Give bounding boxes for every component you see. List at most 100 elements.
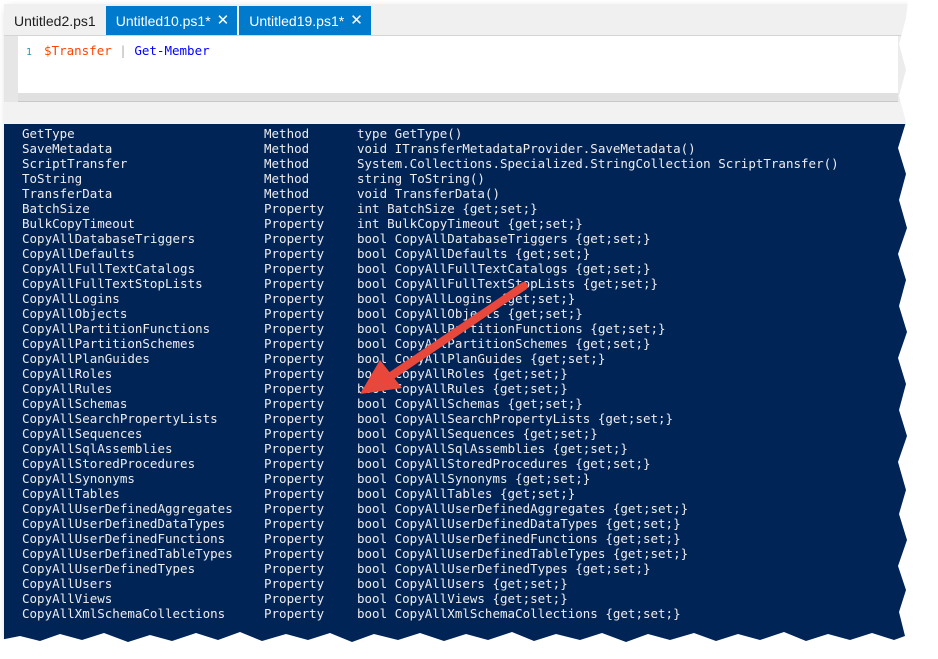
member-row: CopyAllSynonyms Property bool CopyAllSynon… bbox=[22, 471, 902, 486]
member-definition: bool CopyAllPartitionSchemes {get;set;} bbox=[357, 336, 651, 351]
pane-splitter[interactable] bbox=[4, 102, 908, 124]
member-definition: type GetType() bbox=[357, 126, 463, 141]
member-type: Property bbox=[264, 306, 325, 321]
member-definition: bool CopyAllViews {get;set;} bbox=[357, 591, 568, 606]
member-definition: bool CopyAllUserDefinedAggregates {get;s… bbox=[357, 501, 689, 516]
member-definition: bool CopyAllPartitionFunctions {get;set;… bbox=[357, 321, 666, 336]
editor-gutter bbox=[4, 36, 18, 102]
member-name: CopyAllLogins bbox=[22, 291, 120, 306]
member-type: Property bbox=[264, 516, 325, 531]
member-row: CopyAllSearchPropertyLists Property bool C… bbox=[22, 411, 902, 426]
member-row: CopyAllObjects Property bool CopyAllObject… bbox=[22, 306, 902, 321]
member-type: Property bbox=[264, 456, 325, 471]
member-type: Property bbox=[264, 291, 325, 306]
member-row: CopyAllPartitionSchemes Property bool Copy… bbox=[22, 336, 902, 351]
member-definition: bool CopyAllSchemas {get;set;} bbox=[357, 396, 583, 411]
member-name: CopyAllSchemas bbox=[22, 396, 128, 411]
member-type: Property bbox=[264, 546, 325, 561]
member-definition: bool CopyAllFullTextStopLists {get;set;} bbox=[357, 276, 659, 291]
member-type: Property bbox=[264, 531, 325, 546]
member-definition: bool CopyAllPlanGuides {get;set;} bbox=[357, 351, 606, 366]
member-row: CopyAllFullTextCatalogs Property bool Copy… bbox=[22, 261, 902, 276]
member-type: Property bbox=[264, 576, 325, 591]
member-name: CopyAllObjects bbox=[22, 306, 128, 321]
member-definition: System.Collections.Specialized.StringCol… bbox=[357, 156, 839, 171]
member-definition: bool CopyAllUserDefinedTableTypes {get;s… bbox=[357, 546, 689, 561]
member-definition: void ITransferMetadataProvider.SaveMetad… bbox=[357, 141, 696, 156]
member-type: Property bbox=[264, 261, 325, 276]
member-definition: bool CopyAllSynonyms {get;set;} bbox=[357, 471, 591, 486]
member-definition: int BulkCopyTimeout {get;set;} bbox=[357, 216, 583, 231]
script-line[interactable]: 1 $Transfer | Get-Member bbox=[26, 43, 210, 58]
tab-label: Untitled10.ps1* bbox=[115, 12, 211, 29]
console-output-pane[interactable]: GetType Method type GetType() SaveMetadata M… bbox=[4, 124, 908, 644]
editor-horizontal-scrollbar[interactable] bbox=[18, 93, 898, 101]
member-type: Property bbox=[264, 426, 325, 441]
member-type: Method bbox=[264, 156, 310, 171]
member-definition: bool CopyAllStoredProcedures {get;set;} bbox=[357, 456, 651, 471]
member-type: Property bbox=[264, 351, 325, 366]
member-definition: bool CopyAllSequences {get;set;} bbox=[357, 426, 598, 441]
member-row: BulkCopyTimeout Property int BulkCopyTimeo… bbox=[22, 216, 902, 231]
member-definition: bool CopyAllTables {get;set;} bbox=[357, 486, 576, 501]
member-type: Property bbox=[264, 501, 325, 516]
member-type: Property bbox=[264, 366, 325, 381]
member-name: BulkCopyTimeout bbox=[22, 216, 135, 231]
member-type: Property bbox=[264, 201, 325, 216]
member-type: Property bbox=[264, 591, 325, 606]
tab-untitled10[interactable]: Untitled10.ps1* ✕ bbox=[105, 6, 238, 35]
member-type: Property bbox=[264, 441, 325, 456]
member-row: CopyAllRoles Property bool CopyAllRoles {g… bbox=[22, 366, 902, 381]
member-row: CopyAllUserDefinedTypes Property bool Copy… bbox=[22, 561, 902, 576]
member-name: SaveMetadata bbox=[22, 141, 113, 156]
member-type: Method bbox=[264, 141, 310, 156]
member-row: CopyAllUsers Property bool CopyAllUsers {g… bbox=[22, 576, 902, 591]
ise-window: Untitled2.ps1 Untitled10.ps1* ✕ Untitled… bbox=[4, 4, 908, 644]
token-command: Get-Member bbox=[134, 43, 210, 58]
member-type: Property bbox=[264, 216, 325, 231]
member-name: CopyAllPlanGuides bbox=[22, 351, 150, 366]
member-row: CopyAllUserDefinedFunctions Property bool … bbox=[22, 531, 902, 546]
close-icon[interactable]: ✕ bbox=[217, 13, 230, 28]
tab-untitled19[interactable]: Untitled19.ps1* ✕ bbox=[239, 6, 371, 35]
member-type: Property bbox=[264, 486, 325, 501]
script-editor[interactable]: 1 $Transfer | Get-Member bbox=[4, 36, 908, 102]
tab-label: Untitled19.ps1* bbox=[249, 12, 345, 29]
editor-vertical-scrollbar[interactable] bbox=[898, 36, 908, 102]
member-name: CopyAllFullTextStopLists bbox=[22, 276, 203, 291]
member-definition: bool CopyAllDefaults {get;set;} bbox=[357, 246, 591, 261]
member-name: CopyAllRoles bbox=[22, 366, 113, 381]
member-row: CopyAllPartitionFunctions Property bool Co… bbox=[22, 321, 902, 336]
member-name: CopyAllDatabaseTriggers bbox=[22, 231, 196, 246]
member-definition: int BatchSize {get;set;} bbox=[357, 201, 538, 216]
member-definition: bool CopyAllLogins {get;set;} bbox=[357, 291, 576, 306]
member-row: TransferData Method void TransferData() bbox=[22, 186, 902, 201]
member-row: CopyAllPlanGuides Property bool CopyAllPla… bbox=[22, 351, 902, 366]
member-type: Method bbox=[264, 171, 310, 186]
member-type: Property bbox=[264, 276, 325, 291]
member-definition: bool CopyAllDatabaseTriggers {get;set;} bbox=[357, 231, 651, 246]
member-definition: string ToString() bbox=[357, 171, 485, 186]
member-row: CopyAllDefaults Property bool CopyAllDefau… bbox=[22, 246, 902, 261]
close-icon[interactable]: ✕ bbox=[350, 13, 363, 28]
member-row: GetType Method type GetType() bbox=[22, 126, 902, 141]
member-name: CopyAllSqlAssemblies bbox=[22, 441, 173, 456]
member-type: Property bbox=[264, 231, 325, 246]
line-number: 1 bbox=[26, 47, 33, 58]
member-name: CopyAllSearchPropertyLists bbox=[22, 411, 218, 426]
member-type: Property bbox=[264, 561, 325, 576]
token-variable: $Transfer bbox=[44, 43, 112, 58]
member-definition: bool CopyAllRoles {get;set;} bbox=[357, 366, 568, 381]
member-type: Property bbox=[264, 321, 325, 336]
tab-untitled2[interactable]: Untitled2.ps1 bbox=[4, 6, 104, 35]
member-definition: bool CopyAllSearchPropertyLists {get;set… bbox=[357, 411, 674, 426]
member-row: ScriptTransfer Method System.Collections.S… bbox=[22, 156, 902, 171]
member-row: ToString Method string ToString() bbox=[22, 171, 902, 186]
member-type: Method bbox=[264, 186, 310, 201]
member-definition: bool CopyAllXmlSchemaCollections {get;se… bbox=[357, 606, 681, 621]
member-name: CopyAllPartitionFunctions bbox=[22, 321, 211, 336]
member-row: CopyAllUserDefinedDataTypes Property bool … bbox=[22, 516, 902, 531]
member-name: ScriptTransfer bbox=[22, 156, 128, 171]
member-definition: bool CopyAllUserDefinedFunctions {get;se… bbox=[357, 531, 681, 546]
member-row: CopyAllFullTextStopLists Property bool Cop… bbox=[22, 276, 902, 291]
